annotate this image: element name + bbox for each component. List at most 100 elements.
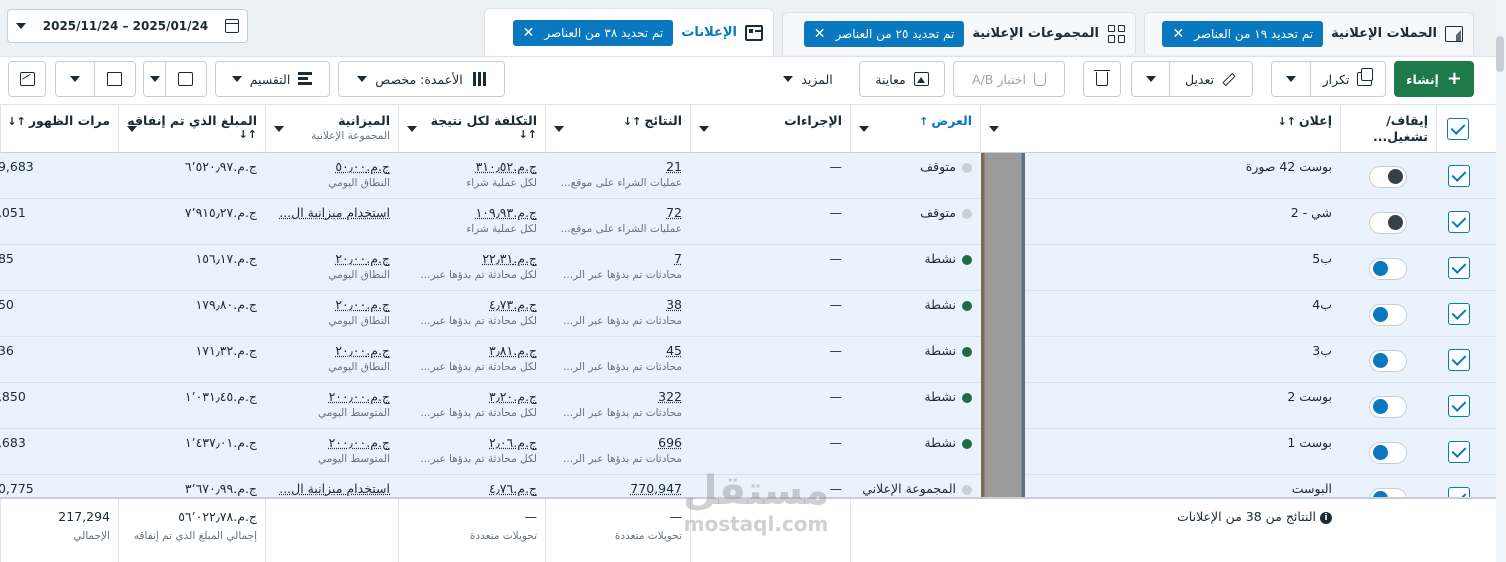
ab-test-button[interactable]: اختبار A/B [953,61,1065,97]
chevron-down-icon[interactable] [699,126,709,132]
ad-name-cell[interactable]: ب5 [1030,245,1340,291]
ad-name[interactable]: ب4 [1038,297,1332,312]
ad-name-cell[interactable]: بوست 42 صورة [1030,153,1340,199]
row-checkbox[interactable] [1448,303,1470,325]
close-icon[interactable]: ✕ [1172,27,1184,41]
table-row[interactable]: ب5 نشطة — 7 محادثات تم بدؤها عبر الر... ج.م.٢… [0,245,1496,291]
ad-name[interactable]: بوست 1 [1038,435,1332,450]
header-toggle[interactable]: إيقاف/ تشغيل... [1340,105,1436,153]
sort-icon[interactable]: ↑↓ [7,115,25,128]
more-button[interactable]: المزيد [768,61,848,97]
breakdown-button[interactable]: التقسيم [215,61,330,97]
select-all-checkbox[interactable] [1447,118,1469,140]
edit-dropdown[interactable] [1131,61,1170,97]
budget-value[interactable]: استخدام ميزانية ال... [273,481,390,496]
row-checkbox[interactable] [1448,211,1470,233]
ad-name-cell[interactable]: بوست 1 [1030,429,1340,475]
header-budget[interactable]: الميزانية المجموعة الإعلانية [265,105,398,153]
chevron-down-icon[interactable] [859,126,869,132]
budget-value[interactable]: ج.م.٥٠٫٠٠ [273,159,390,174]
ad-name-cell[interactable]: شي - 2 [1030,199,1340,245]
cost-value[interactable]: ج.م.٤٫٧٣ [406,297,537,312]
close-icon[interactable]: ✕ [814,27,826,41]
ad-name-cell[interactable]: ب4 [1030,291,1340,337]
header-impressions[interactable]: مرات الظهور↑↓ [0,105,118,153]
ad-name-cell[interactable]: بوست 2 [1030,383,1340,429]
row-checkbox[interactable] [1448,395,1470,417]
edit-button[interactable]: تعديل [1169,61,1253,97]
columns-button[interactable]: الأعمدة: مخصص [338,61,505,97]
row-checkbox[interactable] [1448,349,1470,371]
budget-value[interactable]: ج.م.٢٠٠٫٠٠ [273,435,390,450]
cost-value[interactable]: ج.م.٢٫٠٦ [406,435,537,450]
row-checkbox[interactable] [1448,257,1470,279]
header-select-all[interactable] [1436,105,1496,153]
export-button[interactable] [94,61,136,97]
tab-ads[interactable]: الإعلانات تم تحديد ٣٨ من العناصر ✕ [484,8,774,56]
charts-button[interactable] [8,61,46,97]
ad-name[interactable]: البوست [1038,481,1332,496]
ad-name[interactable]: بوست 2 [1038,389,1332,404]
row-checkbox[interactable] [1448,441,1470,463]
results-value[interactable]: 7 [553,251,682,266]
sort-icon[interactable]: ↑↓ [1278,115,1296,128]
date-range-picker[interactable]: 2025/11/24 – 2025/01/24 [7,9,248,43]
table-row[interactable]: بوست 42 صورة متوقف — 21 عمليات الشراء على مو… [0,153,1496,199]
selection-chip[interactable]: تم تحديد ٣٨ من العناصر ✕ [512,19,674,46]
cost-value[interactable]: ج.م.٤٫٧٦ [406,481,537,496]
duplicate-dropdown[interactable] [1271,61,1311,97]
budget-value[interactable]: ج.م.٢٠٫٠٠ [273,297,390,312]
header-spent[interactable]: المبلغ الذي تم إنفاقه ↑↓ [118,105,265,153]
header-cost[interactable]: التكلفة لكل نتيجة ↑↓ [398,105,545,153]
table-row[interactable]: ب3 نشطة — 45 محادثات تم بدؤها عبر الر... ج.م.… [0,337,1496,383]
header-delivery[interactable]: العرض↑ [850,105,980,153]
table-row[interactable]: شي - 2 متوقف — 72 عمليات الشراء على موقع... ج… [0,199,1496,245]
chevron-down-icon[interactable] [554,126,564,132]
sort-icon[interactable]: ↑↓ [127,128,257,141]
table-row[interactable]: ب4 نشطة — 38 محادثات تم بدؤها عبر الر... ج.م.… [0,291,1496,337]
budget-value[interactable]: ج.م.٢٠٫٠٠ [273,251,390,266]
on-off-toggle[interactable] [1369,442,1407,464]
sort-icon[interactable]: ↑↓ [623,115,641,128]
chevron-down-icon[interactable] [127,126,137,132]
sort-icon[interactable]: ↑↓ [407,128,537,141]
export-dropdown[interactable] [55,61,95,97]
chevron-down-icon[interactable] [407,126,417,132]
delete-button[interactable] [1083,61,1121,97]
results-value[interactable]: 45 [553,343,682,358]
on-off-toggle[interactable] [1369,212,1407,234]
on-off-toggle[interactable] [1369,258,1407,280]
budget-value[interactable]: استخدام ميزانية ال... [273,205,390,220]
cost-value[interactable]: ج.م.١٠٩٫٩٣ [406,205,537,220]
scrollbar[interactable] [1496,0,1506,562]
on-off-toggle[interactable] [1369,304,1407,326]
close-icon[interactable]: ✕ [523,26,535,40]
ad-name[interactable]: ب3 [1038,343,1332,358]
on-off-toggle[interactable] [1369,166,1407,188]
results-value[interactable]: 38 [553,297,682,312]
reports-button[interactable] [165,61,207,97]
info-icon[interactable]: i [1320,511,1332,524]
tab-campaigns[interactable]: الحملات الإعلانية تم تحديد ١٩ من العناصر… [1144,12,1474,54]
ad-name-cell[interactable]: ب3 [1030,337,1340,383]
sort-icon[interactable]: ↑ [919,115,928,128]
cost-value[interactable]: ج.م.٣٫٢٠ [406,389,537,404]
header-results[interactable]: النتائج↑↓ [545,105,690,153]
results-value[interactable]: 72 [553,205,682,220]
cost-value[interactable]: ج.م.٣٫٨١ [406,343,537,358]
budget-value[interactable]: ج.م.٢٠٠٫٠٠ [273,389,390,404]
selection-chip[interactable]: تم تحديد ٢٥ من العناصر ✕ [803,20,965,47]
ad-name[interactable]: ب5 [1038,251,1332,266]
results-value[interactable]: 21 [553,159,682,174]
results-value[interactable]: 696 [553,435,682,450]
header-ad[interactable]: إعلان↑↓ [980,105,1340,153]
budget-value[interactable]: ج.م.٢٠٫٠٠ [273,343,390,358]
table-row[interactable]: بوست 2 نشطة — 322 محادثات تم بدؤها عبر الر..… [0,383,1496,429]
header-actions[interactable]: الإجراءات [690,105,850,153]
chevron-down-icon[interactable] [989,126,999,132]
on-off-toggle[interactable] [1369,396,1407,418]
duplicate-button[interactable]: تكرار [1310,61,1386,97]
ad-name[interactable]: شي - 2 [1038,205,1332,220]
reports-dropdown[interactable] [143,61,166,97]
tab-ad-sets[interactable]: المجموعات الإعلانية تم تحديد ٢٥ من العنا… [782,12,1136,54]
